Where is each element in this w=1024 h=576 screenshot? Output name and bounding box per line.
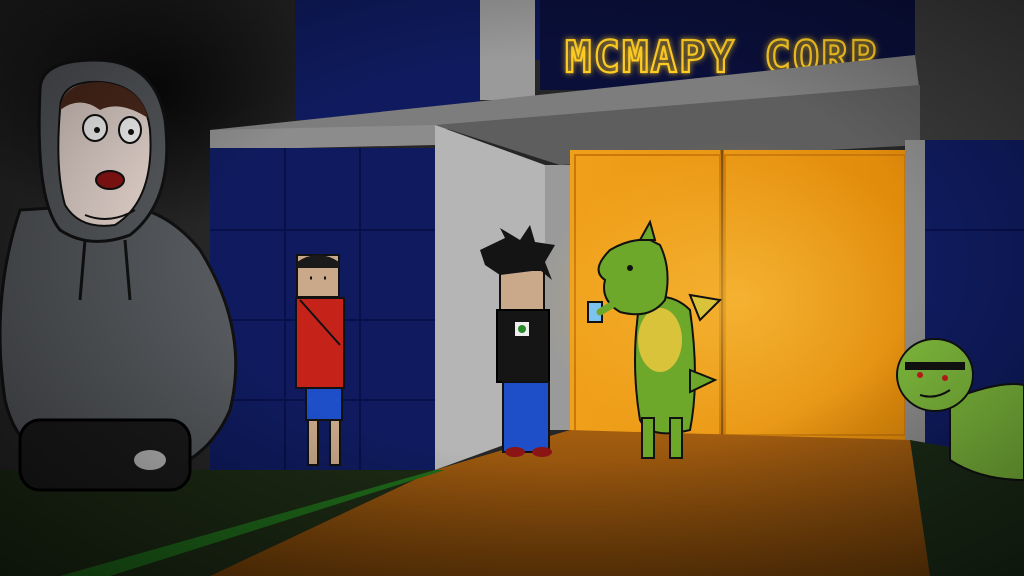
door-light-glow [540,140,940,460]
game-scene: MCMAPY CORP [0,0,1024,576]
entrance-wall-right [905,140,925,460]
upper-glass-panel-left [295,0,480,120]
scene-canvas: MCMAPY CORP [0,0,1024,576]
upper-wall-right [915,0,1024,140]
upper-concrete-column [480,0,535,100]
